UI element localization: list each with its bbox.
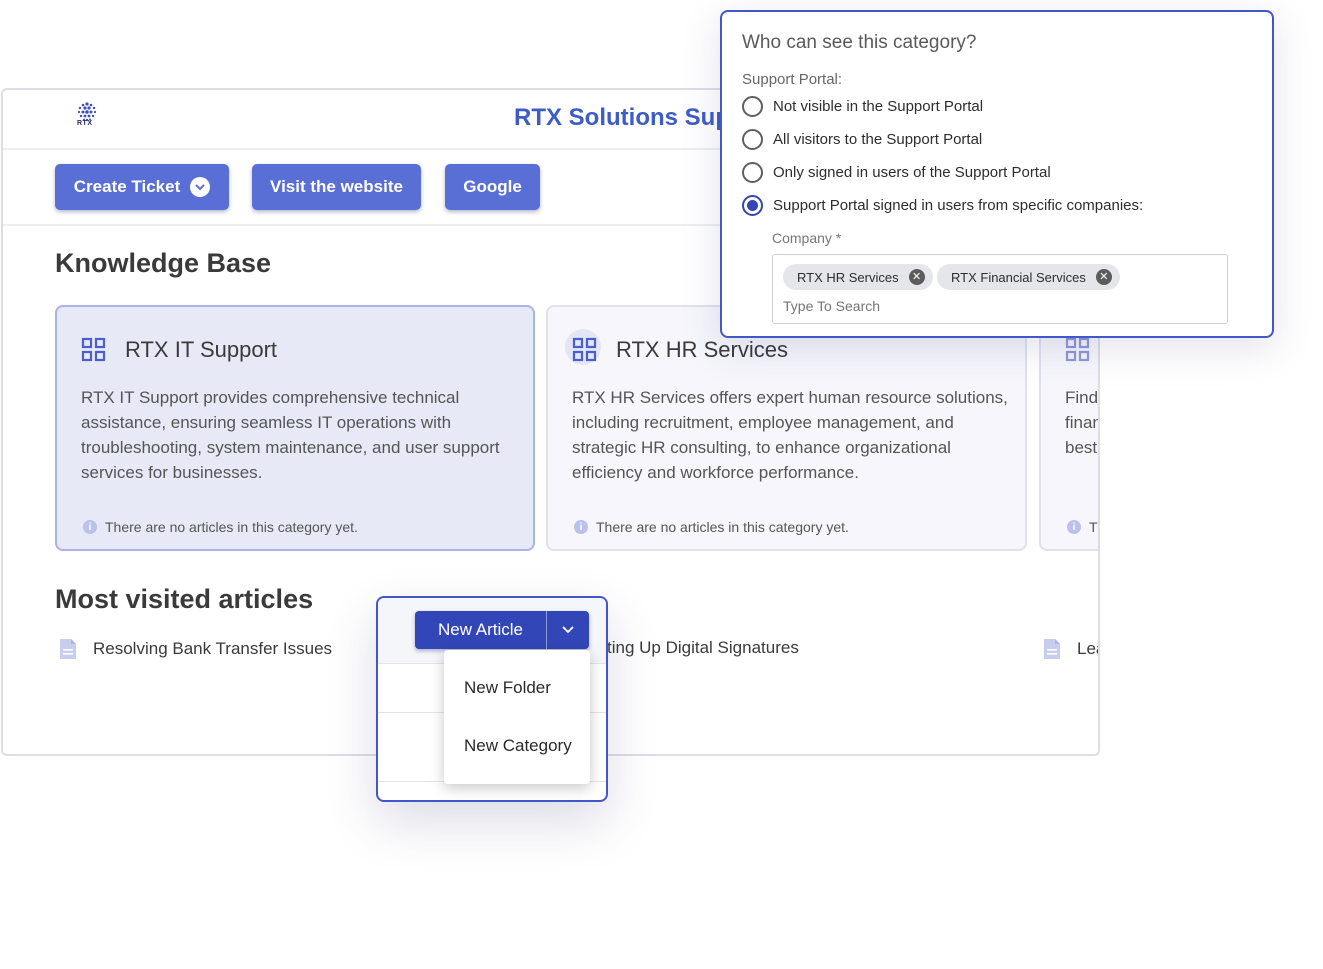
google-button[interactable]: Google xyxy=(445,164,540,210)
support-portal-label: Support Portal: xyxy=(742,71,843,88)
document-icon xyxy=(60,639,76,659)
radio-button[interactable] xyxy=(742,96,763,117)
most-visited-title: Most visited articles xyxy=(55,584,314,614)
visit-website-button[interactable]: Visit the website xyxy=(252,164,421,210)
article-label: Resolving Bank Transfer Issues xyxy=(93,639,333,658)
category-visibility-dialog: Who can see this category? Support Porta… xyxy=(720,10,1274,338)
info-icon: i xyxy=(574,520,588,534)
article-label: ting Up Digital Signatures xyxy=(607,638,799,657)
category-title: RTX HR Services xyxy=(616,337,788,362)
remove-chip-icon[interactable]: ✕ xyxy=(1095,269,1112,285)
radio-option-specific-companies[interactable]: Support Portal signed in users from spec… xyxy=(742,195,1143,216)
empty-note-text: There are no articles in this category y… xyxy=(596,519,849,535)
article-label: Lea xyxy=(1077,639,1098,658)
radio-option-signed-in[interactable]: Only signed in users of the Support Port… xyxy=(742,162,1051,183)
remove-chip-icon[interactable]: ✕ xyxy=(908,269,925,285)
radio-option-not-visible[interactable]: Not visible in the Support Portal xyxy=(742,96,983,117)
category-description: RTX HR Services offers expert human reso… xyxy=(572,388,1008,482)
company-chip: RTX HR Services ✕ xyxy=(783,264,933,290)
new-article-panel: New Article New Folder New Category xyxy=(376,596,608,802)
chevron-down-icon xyxy=(190,177,211,197)
knowledge-base-title: Knowledge Base xyxy=(55,248,272,278)
company-multiselect[interactable]: RTX HR Services ✕ RTX Financial Services… xyxy=(772,254,1228,324)
article-link[interactable]: Resolving Bank Transfer Issues xyxy=(59,638,332,660)
category-title: RTX IT Support xyxy=(125,337,278,362)
radio-option-all-visitors[interactable]: All visitors to the Support Portal xyxy=(742,129,982,150)
new-item-dropdown-menu: New Folder New Category xyxy=(444,650,590,784)
category-card-it-support[interactable]: RTX IT Support RTX IT Support provides c… xyxy=(55,305,535,551)
empty-note-text: Th xyxy=(1089,519,1098,535)
radio-label: Support Portal signed in users from spec… xyxy=(773,197,1144,214)
grid-icon xyxy=(572,337,597,362)
empty-note-text: There are no articles in this category y… xyxy=(105,519,358,535)
radio-button[interactable] xyxy=(742,162,763,183)
article-link[interactable]: ting Up Digital Signatures xyxy=(607,638,799,658)
radio-label: Only signed in users of the Support Port… xyxy=(773,164,1051,181)
menu-item-new-folder[interactable]: New Folder xyxy=(464,678,551,698)
visibility-title: Who can see this category? xyxy=(742,32,977,53)
google-label: Google xyxy=(463,177,522,196)
grid-icon xyxy=(81,337,106,362)
radio-button-selected[interactable] xyxy=(742,195,763,216)
logo-text: RTX xyxy=(77,120,93,127)
chip-label: RTX Financial Services xyxy=(951,269,1086,285)
category-description: RTX IT Support provides comprehensive te… xyxy=(81,388,500,482)
chip-label: RTX HR Services xyxy=(797,269,899,285)
visit-website-label: Visit the website xyxy=(270,177,403,196)
radio-label: All visitors to the Support Portal xyxy=(773,131,983,148)
article-link[interactable]: Lea xyxy=(1043,638,1098,660)
new-article-button[interactable]: New Article xyxy=(415,611,547,649)
info-icon: i xyxy=(1067,520,1081,534)
create-ticket-button[interactable]: Create Ticket xyxy=(55,164,229,210)
category-card-hr-services[interactable]: RTX HR Services RTX HR Services offers e… xyxy=(546,305,1027,551)
category-empty-note: i Th xyxy=(1067,519,1098,535)
company-field-label: Company * xyxy=(772,230,842,246)
menu-item-new-category[interactable]: New Category xyxy=(464,736,572,756)
category-description: Find finan best xyxy=(1065,388,1100,457)
category-empty-note: i There are no articles in this category… xyxy=(574,519,849,535)
company-chip: RTX Financial Services ✕ xyxy=(937,264,1120,290)
grid-icon xyxy=(1065,337,1090,362)
document-icon xyxy=(1044,639,1060,659)
radio-label: Not visible in the Support Portal xyxy=(773,98,984,115)
create-ticket-label: Create Ticket xyxy=(73,177,181,196)
radio-button[interactable] xyxy=(742,129,763,150)
category-empty-note: i There are no articles in this category… xyxy=(83,519,358,535)
new-article-dropdown-toggle[interactable] xyxy=(547,611,589,649)
new-article-split-button: New Article xyxy=(415,611,589,649)
chevron-down-icon xyxy=(562,626,574,634)
category-card-financial[interactable]: Find finan best i Th xyxy=(1039,305,1100,551)
info-icon: i xyxy=(83,520,97,534)
company-search-input[interactable] xyxy=(783,298,1083,314)
